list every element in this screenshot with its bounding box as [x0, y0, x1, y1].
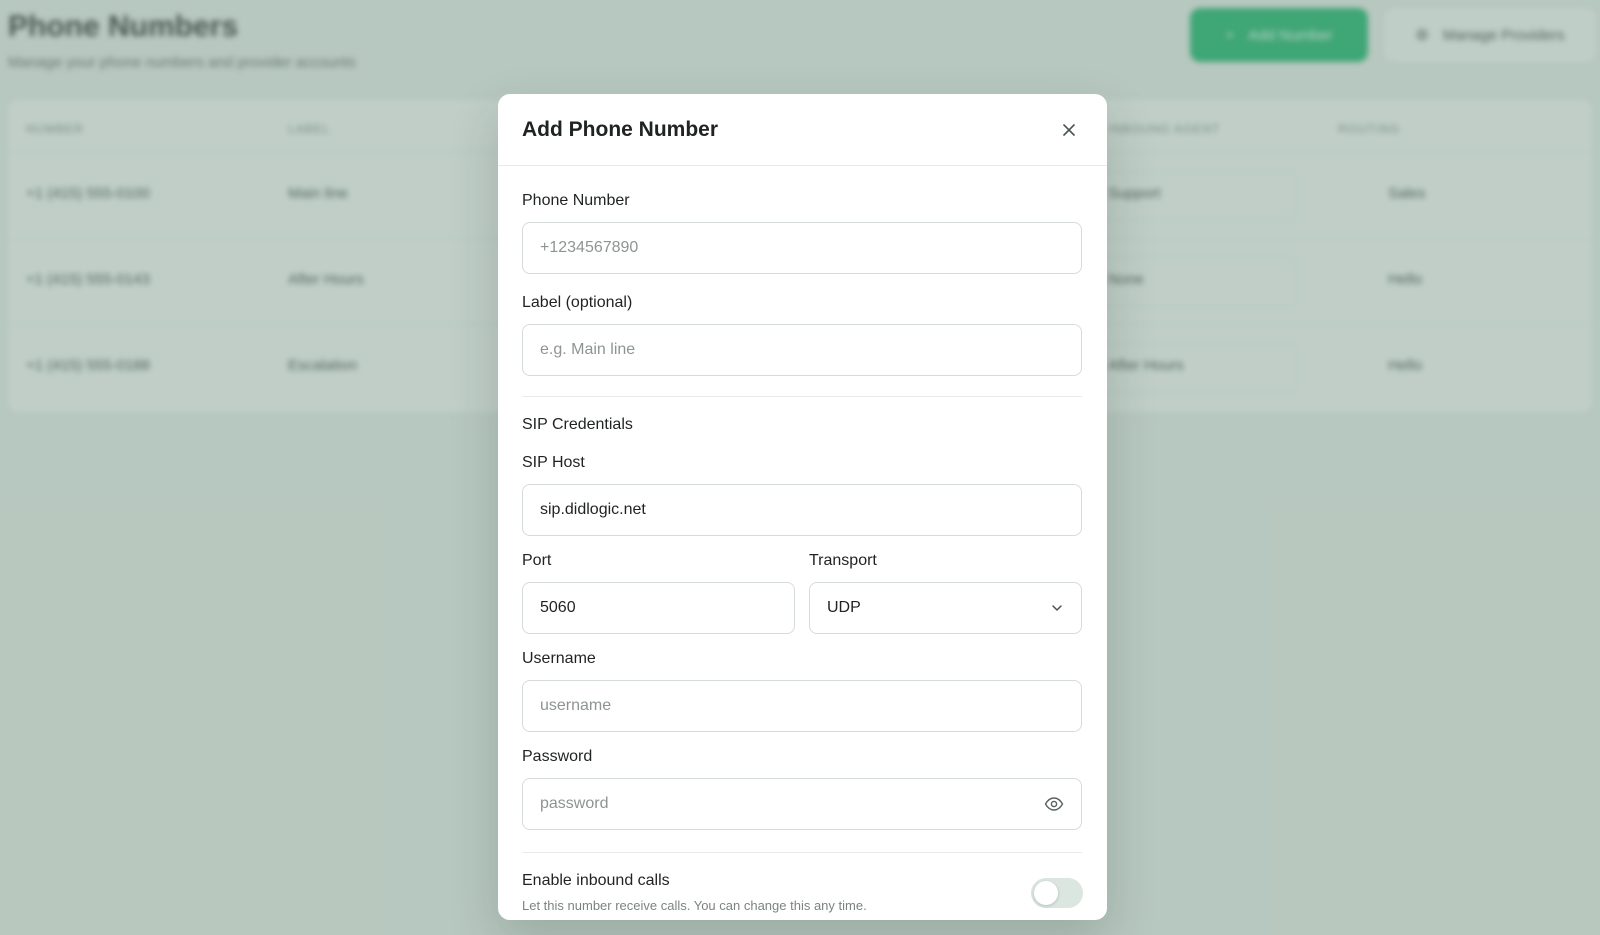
section-divider	[522, 852, 1082, 853]
label-input[interactable]	[540, 341, 1064, 359]
sip-credentials-heading: SIP Credentials	[522, 416, 633, 433]
phone-number-label: Phone Number	[522, 192, 630, 209]
chevron-down-icon	[1052, 605, 1062, 611]
transport-value: UDP	[827, 599, 861, 616]
sip-host-label: SIP Host	[522, 454, 585, 471]
phone-number-input[interactable]	[540, 239, 1064, 257]
eye-icon	[1044, 797, 1064, 811]
password-label: Password	[522, 748, 593, 765]
password-input[interactable]	[540, 795, 1044, 813]
username-field[interactable]	[522, 680, 1082, 732]
dialog-title: Add Phone Number	[522, 118, 719, 141]
dialog-header: Add Phone Number	[498, 94, 1107, 166]
username-input[interactable]	[540, 697, 1064, 715]
port-label: Port	[522, 552, 552, 569]
close-button[interactable]	[1057, 118, 1081, 142]
section-divider	[522, 396, 1082, 397]
port-input[interactable]	[540, 599, 777, 617]
label-field[interactable]	[522, 324, 1082, 376]
close-icon	[1063, 124, 1075, 136]
sip-host-field[interactable]	[522, 484, 1082, 536]
inbound-calls-hint: Let this number receive calls. You can c…	[522, 898, 867, 913]
port-field[interactable]	[522, 582, 795, 634]
username-label: Username	[522, 650, 596, 667]
transport-label: Transport	[809, 552, 877, 569]
show-password-button[interactable]	[1044, 796, 1064, 812]
add-phone-number-dialog: Add Phone Number Phone Number Label (opt…	[498, 94, 1107, 920]
toggle-knob	[1034, 881, 1058, 905]
sip-host-input[interactable]	[540, 501, 1064, 519]
inbound-calls-label: Enable inbound calls	[522, 872, 670, 889]
inbound-calls-toggle[interactable]	[1031, 878, 1083, 908]
password-field[interactable]	[522, 778, 1082, 830]
transport-select[interactable]: UDP	[809, 582, 1082, 634]
label-field-label: Label (optional)	[522, 294, 633, 311]
phone-number-field[interactable]	[522, 222, 1082, 274]
